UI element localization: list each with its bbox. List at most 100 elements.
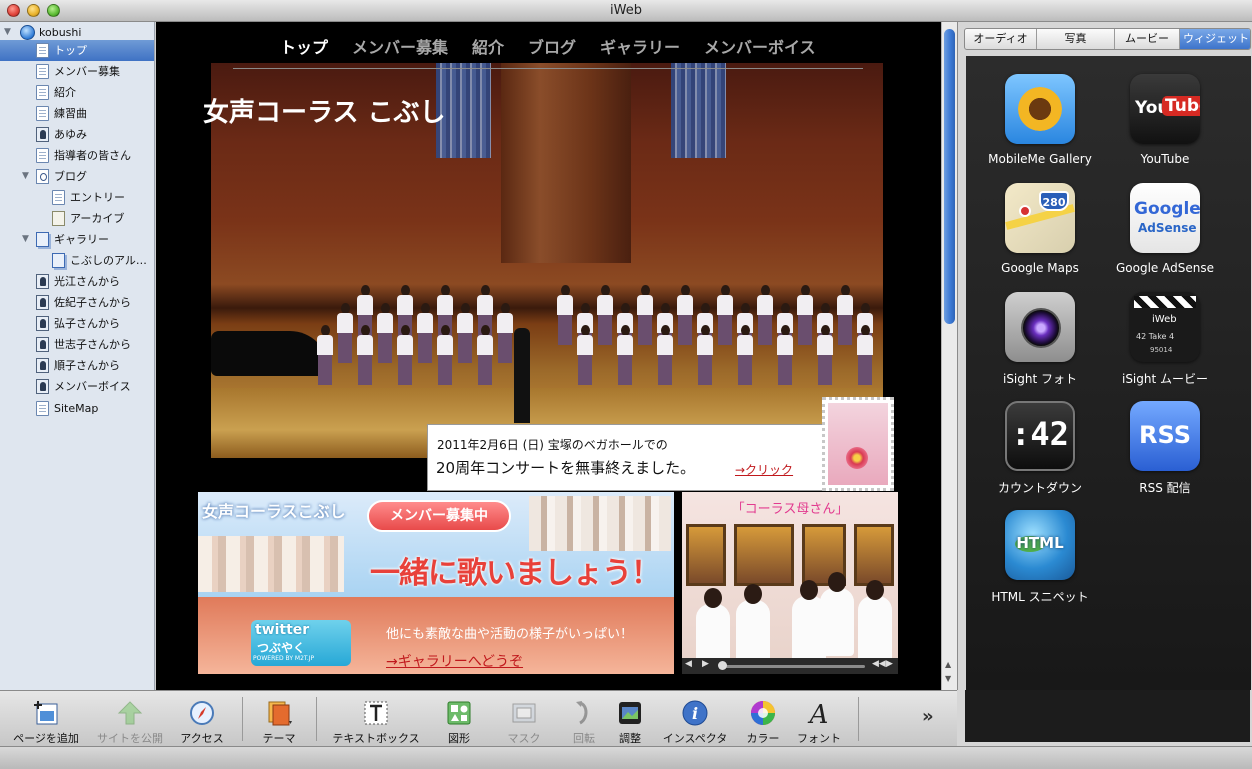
sidebar-item-junko[interactable]: 順子さんから (0, 355, 154, 376)
widget-countdown[interactable]: :42 カウントダウン (975, 395, 1105, 495)
tab-audio[interactable]: オーディオ (965, 29, 1037, 49)
disclosure-triangle-icon[interactable]: ▼ (22, 166, 29, 187)
rotate-button[interactable]: 回転 (560, 696, 608, 746)
mask-label: マスク (507, 732, 541, 745)
sidebar-item-album[interactable]: こぶしのアル… (0, 250, 154, 271)
nav-link-top[interactable]: トップ (280, 34, 328, 58)
widget-mobileme-gallery[interactable]: MobileMe Gallery (975, 68, 1105, 168)
forward-icon[interactable]: ▶ (886, 659, 893, 669)
widget-label: iSight フォト (1002, 372, 1078, 386)
member-recruit-banner[interactable]: 女声コーラスこぶし メンバー募集中 一緒に歌いましょう！ twitter つぶや… (198, 492, 674, 674)
banner-headline: 一緒に歌いましょう！ (370, 556, 661, 591)
map-pin-icon (1019, 205, 1031, 217)
sidebar-item-top[interactable]: トップ (0, 40, 154, 61)
sidebar-item-history[interactable]: あゆみ (0, 124, 154, 145)
site-title[interactable]: 女声コーラス こぶし (203, 92, 446, 129)
choir-singer (677, 285, 693, 345)
widget-youtube[interactable]: You Tube YouTube (1100, 68, 1230, 168)
mask-button[interactable]: マスク (496, 696, 552, 746)
nav-link-member-voice[interactable]: メンバーボイス (704, 34, 816, 58)
choir-singer (737, 325, 753, 385)
video-singer (820, 572, 854, 656)
volume-icon[interactable]: ◀ (685, 659, 692, 669)
colors-button[interactable]: カラー (738, 696, 788, 746)
widget-google-adsense[interactable]: Google AdSense Google AdSense (1100, 177, 1230, 277)
widget-google-maps[interactable]: 280 Google Maps (975, 177, 1105, 277)
caption-click-link[interactable]: →クリック (735, 461, 793, 478)
fonts-label: フォント (797, 732, 841, 745)
rotate-label: 回転 (573, 732, 595, 745)
choir-singer (657, 325, 673, 385)
twitter-button[interactable]: twitter つぶやく POWERED BY M2T.JP (251, 620, 351, 666)
conductor-figure (514, 328, 530, 423)
countdown-icon: :42 (1005, 401, 1075, 471)
sidebar-item-gallery[interactable]: ▼ ギャラリー (0, 229, 154, 250)
shapes-button[interactable]: 図形 (430, 696, 488, 746)
disclosure-triangle-icon[interactable]: ▼ (22, 229, 29, 250)
tab-movies[interactable]: ムービー (1115, 29, 1180, 49)
widget-isight-photo[interactable]: iSight フォト (975, 286, 1105, 386)
choir-singer (437, 325, 453, 385)
sidebar-item-sitemap[interactable]: SiteMap (0, 398, 154, 419)
visit-site-button[interactable]: アクセス (170, 696, 234, 746)
nav-link-gallery[interactable]: ギャラリー (600, 34, 680, 58)
sidebar-item-member-recruit[interactable]: メンバー募集 (0, 61, 154, 82)
font-icon: A (808, 700, 829, 727)
person-page-icon (36, 316, 49, 331)
chorus-video-player[interactable]: 「コーラス母さん」 ◀ ▶ ◀◀ ▶ (682, 492, 898, 674)
widget-label: MobileMe Gallery (988, 152, 1092, 166)
archive-icon (52, 211, 65, 226)
sidebar-item-label: 順子さんから (54, 359, 120, 372)
scroll-up-icon[interactable]: ▲ (945, 660, 951, 669)
concert-flyer-stamp[interactable] (822, 397, 894, 491)
publish-site-button[interactable]: サイトを公開 (92, 696, 168, 746)
sidebar-item-hiroko[interactable]: 弘子さんから (0, 313, 154, 334)
sidebar-item-archive[interactable]: アーカイブ (0, 208, 154, 229)
play-icon[interactable]: ▶ (702, 659, 709, 669)
info-icon: i (682, 700, 708, 726)
rss-glyph: RSS (1139, 421, 1191, 449)
scroll-down-icon[interactable]: ▼ (945, 674, 951, 683)
scrollbar-thumb[interactable] (944, 29, 955, 324)
tab-photos[interactable]: 写真 (1037, 29, 1115, 49)
canvas-vertical-scrollbar[interactable]: ▲ ▼ (941, 22, 957, 690)
sidebar-item-member-voice[interactable]: メンバーボイス (0, 376, 154, 397)
gallery-link[interactable]: →ギャラリーへどうぞ (386, 651, 523, 671)
sidebar-item-practice-songs[interactable]: 練習曲 (0, 103, 154, 124)
site-sidebar: ▼ kobushi トップ メンバー募集 紹介 練習曲 あゆみ 指導者の皆さん (0, 22, 155, 690)
sidebar-item-label: 弘子さんから (54, 317, 120, 330)
twitter-logo-text: twitter (255, 622, 310, 638)
widget-label: iSight ムービー (1121, 372, 1209, 386)
scrubber-knob[interactable] (718, 661, 727, 670)
choir-singer (837, 285, 853, 345)
sidebar-item-yoshiko[interactable]: 世志子さんから (0, 334, 154, 355)
flower-icon (846, 447, 868, 469)
page-icon (36, 43, 49, 58)
rewind-icon[interactable]: ◀◀ (872, 659, 886, 669)
sidebar-item-sakiko[interactable]: 佐紀子さんから (0, 292, 154, 313)
nav-link-intro[interactable]: 紹介 (472, 34, 504, 58)
theme-button[interactable]: テーマ (250, 696, 308, 746)
widget-html-snippet[interactable]: HTML HTML スニペット (975, 504, 1105, 604)
nav-link-member-recruit[interactable]: メンバー募集 (352, 34, 448, 58)
toolbar-overflow-button[interactable]: » (922, 706, 934, 727)
twitter-powered-by: POWERED BY M2T.JP (253, 655, 315, 662)
video-scrubber[interactable] (720, 665, 865, 668)
widget-label: HTML スニペット (991, 590, 1089, 604)
widget-rss[interactable]: RSS RSS 配信 (1100, 395, 1230, 495)
sidebar-item-blog[interactable]: ▼ ブログ (0, 166, 154, 187)
sidebar-item-instructors[interactable]: 指導者の皆さん (0, 145, 154, 166)
tab-widgets[interactable]: ウィジェット (1180, 29, 1250, 49)
inspector-button[interactable]: i インスペクタ (658, 696, 732, 746)
add-page-button[interactable]: ページを追加 (8, 696, 84, 746)
sidebar-item-entries[interactable]: エントリー (0, 187, 154, 208)
sidebar-item-intro[interactable]: 紹介 (0, 82, 154, 103)
text-box-button[interactable]: テキストボックス (326, 696, 426, 746)
window-title: iWeb (610, 3, 642, 18)
person-page-icon (36, 379, 49, 394)
nav-link-blog[interactable]: ブログ (528, 34, 576, 58)
widget-isight-movie[interactable]: iWeb 42 Take 4 95014 iSight ムービー (1100, 286, 1230, 386)
adjust-button[interactable]: 調整 (606, 696, 654, 746)
fonts-button[interactable]: A フォント (792, 696, 846, 746)
sidebar-item-mitsue[interactable]: 光江さんから (0, 271, 154, 292)
